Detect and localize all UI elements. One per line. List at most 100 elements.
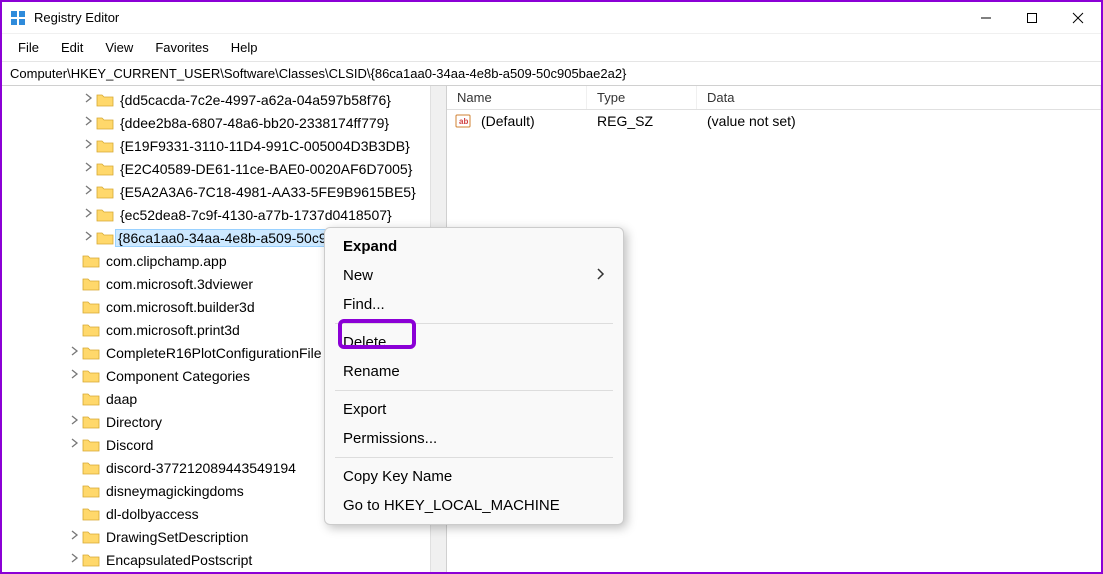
tree-item[interactable]: {E19F9331-3110-11D4-991C-005004D3B3DB} [2, 134, 446, 157]
tree-item[interactable]: DrawingSetDescription [2, 525, 446, 548]
chevron-right-icon[interactable] [82, 185, 96, 198]
tree-item-label: CompleteR16PlotConfigurationFile [106, 345, 322, 361]
tree-item-label: {E5A2A3A6-7C18-4981-AA33-5FE9B9615BE5} [120, 184, 416, 200]
tree-item-label: {ec52dea8-7c9f-4130-a77b-1737d0418507} [120, 207, 392, 223]
ctx-new[interactable]: New [325, 261, 623, 290]
folder-icon [96, 138, 114, 154]
ctx-goto-hklm-label: Go to HKEY_LOCAL_MACHINE [343, 497, 560, 514]
tree-item-label: com.clipchamp.app [106, 253, 227, 269]
folder-icon [82, 299, 100, 315]
col-header-name[interactable]: Name [447, 86, 587, 109]
menubar: File Edit View Favorites Help [2, 34, 1101, 62]
menu-file[interactable]: File [8, 36, 49, 59]
menu-edit[interactable]: Edit [51, 36, 93, 59]
folder-icon [82, 345, 100, 361]
tree-item[interactable]: {ddee2b8a-6807-48a6-bb20-2338174ff779} [2, 111, 446, 134]
address-path: Computer\HKEY_CURRENT_USER\Software\Clas… [10, 66, 626, 81]
ctx-separator [335, 457, 613, 458]
tree-item-label: discord-377212089443549194 [106, 460, 296, 476]
tree-item-label: {E19F9331-3110-11D4-991C-005004D3B3DB} [120, 138, 410, 154]
window-controls [963, 2, 1101, 33]
chevron-right-icon[interactable] [82, 162, 96, 175]
ctx-find-label: Find... [343, 296, 385, 313]
ctx-delete-label: Delete [343, 334, 386, 351]
chevron-right-icon[interactable] [68, 415, 82, 428]
value-row[interactable]: ab(Default)REG_SZ(value not set) [447, 110, 1101, 132]
col-header-data[interactable]: Data [697, 86, 1101, 109]
folder-icon [82, 483, 100, 499]
ctx-permissions[interactable]: Permissions... [325, 424, 623, 453]
ctx-permissions-label: Permissions... [343, 430, 437, 447]
tree-item-label: daap [106, 391, 137, 407]
ctx-separator [335, 323, 613, 324]
ctx-new-label: New [343, 267, 373, 284]
tree-item-label: Component Categories [106, 368, 250, 384]
tree-item[interactable]: {E5A2A3A6-7C18-4981-AA33-5FE9B9615BE5} [2, 180, 446, 203]
folder-icon [96, 115, 114, 131]
chevron-right-icon[interactable] [82, 139, 96, 152]
value-data: (value not set) [697, 113, 1101, 129]
menu-view[interactable]: View [95, 36, 143, 59]
folder-icon [82, 391, 100, 407]
menu-favorites[interactable]: Favorites [145, 36, 218, 59]
tree-item-label: {dd5cacda-7c2e-4997-a62a-04a597b58f76} [120, 92, 391, 108]
tree-item[interactable]: ErrorLogFile [2, 571, 446, 572]
ctx-export[interactable]: Export [325, 395, 623, 424]
folder-icon [96, 230, 114, 246]
folder-icon [82, 506, 100, 522]
folder-icon [82, 276, 100, 292]
window-frame: Registry Editor File Edit View Favorites… [0, 0, 1103, 574]
chevron-right-icon[interactable] [68, 438, 82, 451]
ctx-rename-label: Rename [343, 363, 400, 380]
ctx-goto-hklm[interactable]: Go to HKEY_LOCAL_MACHINE [325, 491, 623, 520]
folder-icon [96, 207, 114, 223]
tree-item-label: EncapsulatedPostscript [106, 552, 252, 568]
ctx-separator [335, 390, 613, 391]
ctx-rename[interactable]: Rename [325, 357, 623, 386]
chevron-right-icon[interactable] [82, 231, 96, 244]
chevron-right-icon[interactable] [68, 553, 82, 566]
tree-item-label: Discord [106, 437, 153, 453]
tree-item[interactable]: {E2C40589-DE61-11ce-BAE0-0020AF6D7005} [2, 157, 446, 180]
folder-icon [82, 253, 100, 269]
tree-item-label: com.microsoft.builder3d [106, 299, 255, 315]
ctx-find[interactable]: Find... [325, 290, 623, 319]
folder-icon [82, 322, 100, 338]
tree-item-label: {E2C40589-DE61-11ce-BAE0-0020AF6D7005} [120, 161, 412, 177]
context-menu: Expand New Find... Delete Rename Export … [324, 227, 624, 525]
values-header: Name Type Data [447, 86, 1101, 110]
tree-item[interactable]: {ec52dea8-7c9f-4130-a77b-1737d0418507} [2, 203, 446, 226]
col-header-type[interactable]: Type [587, 86, 697, 109]
close-button[interactable] [1055, 2, 1101, 33]
tree-item[interactable]: {dd5cacda-7c2e-4997-a62a-04a597b58f76} [2, 88, 446, 111]
maximize-button[interactable] [1009, 2, 1055, 33]
titlebar: Registry Editor [2, 2, 1101, 34]
chevron-right-icon[interactable] [82, 208, 96, 221]
chevron-right-icon[interactable] [82, 93, 96, 106]
folder-icon [96, 184, 114, 200]
ctx-copy-key-name[interactable]: Copy Key Name [325, 462, 623, 491]
chevron-right-icon[interactable] [82, 116, 96, 129]
ctx-expand-label: Expand [343, 238, 397, 255]
app-icon [10, 10, 26, 26]
chevron-right-icon[interactable] [68, 530, 82, 543]
folder-icon [82, 552, 100, 568]
ctx-delete[interactable]: Delete [325, 328, 623, 357]
folder-icon [82, 368, 100, 384]
svg-text:ab: ab [459, 117, 468, 126]
folder-icon [82, 414, 100, 430]
minimize-button[interactable] [963, 2, 1009, 33]
address-bar[interactable]: Computer\HKEY_CURRENT_USER\Software\Clas… [2, 62, 1101, 86]
menu-help[interactable]: Help [221, 36, 268, 59]
folder-icon [96, 161, 114, 177]
chevron-right-icon[interactable] [68, 369, 82, 382]
ctx-export-label: Export [343, 401, 386, 418]
folder-icon [82, 529, 100, 545]
ctx-expand[interactable]: Expand [325, 232, 623, 261]
tree-item[interactable]: EncapsulatedPostscript [2, 548, 446, 571]
tree-item-label: Directory [106, 414, 162, 430]
tree-item-label: disneymagickingdoms [106, 483, 244, 499]
value-name: (Default) [471, 113, 587, 129]
chevron-right-icon[interactable] [68, 346, 82, 359]
tree-item-label: dl-dolbyaccess [106, 506, 199, 522]
